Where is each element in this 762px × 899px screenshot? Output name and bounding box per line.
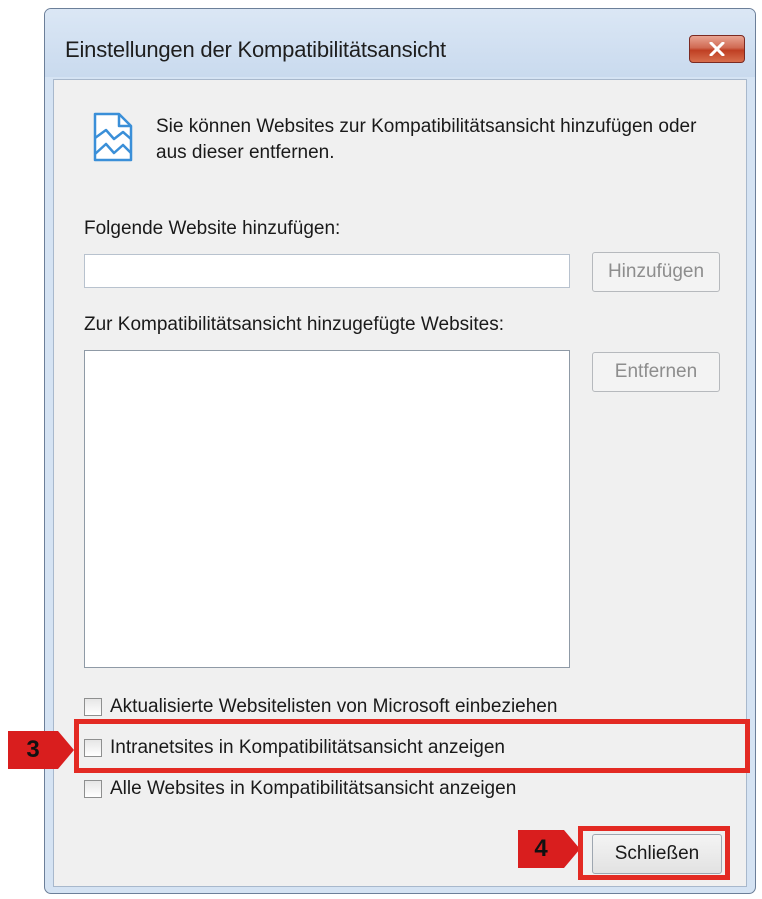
title-bar[interactable]: Einstellungen der Kompatibilitätsansicht [45,9,755,77]
add-site-label: Folgende Website hinzufügen: [84,218,341,239]
site-list[interactable] [84,350,570,668]
close-x-icon [709,42,725,56]
add-site-button[interactable]: Hinzufügen [592,252,720,292]
site-list-label: Zur Kompatibilitätsansicht hinzugefügte … [84,314,504,335]
checkbox-label: Alle Websites in Kompatibilitätsansicht … [110,778,517,799]
annotation-arrow-3 [58,731,74,769]
option-include-microsoft-lists[interactable]: Aktualisierte Websitelisten von Microsof… [84,694,557,720]
annotation-frame-4 [578,826,730,880]
annotation-frame-3 [74,719,750,773]
compatibility-view-icon [93,112,133,162]
window-title: Einstellungen der Kompatibilitätsansicht [65,37,446,62]
checkbox-label: Aktualisierte Websitelisten von Microsof… [110,696,558,717]
annotation-badge-4: 4 [518,830,564,868]
checkbox[interactable] [84,780,102,798]
option-all-websites[interactable]: Alle Websites in Kompatibilitätsansicht … [84,776,516,802]
checkbox[interactable] [84,698,102,716]
intro-text: Sie können Websites zur Kompatibilitätsa… [156,116,697,163]
window-close-button[interactable] [689,35,745,63]
remove-site-button[interactable]: Entfernen [592,352,720,392]
add-site-input[interactable] [84,254,570,288]
annotation-badge-3: 3 [8,731,58,769]
